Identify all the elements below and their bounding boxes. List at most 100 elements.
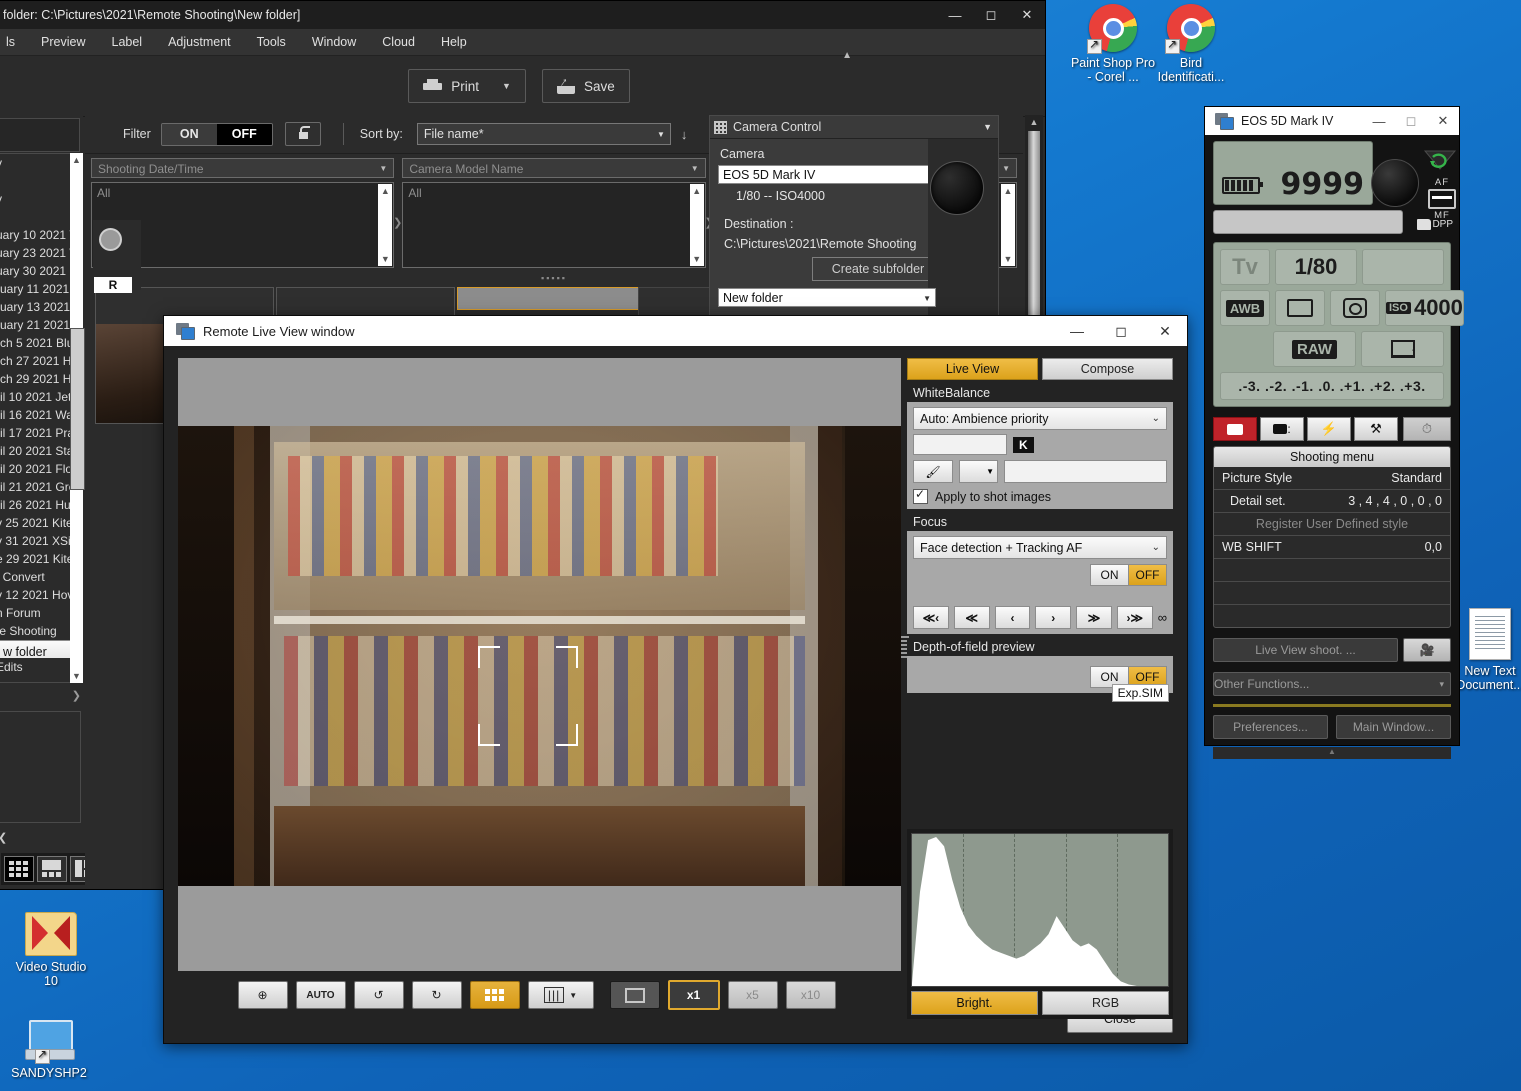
- dpp-title-bar[interactable]: folder: C:\Pictures\2021\Remote Shooting…: [0, 1, 1045, 29]
- scroll-up-icon[interactable]: ▲: [690, 184, 704, 198]
- column-resize-handle[interactable]: ❯: [393, 216, 402, 229]
- chevron-down-icon[interactable]: ▼: [923, 289, 931, 308]
- tab-shooting[interactable]: [1213, 417, 1257, 441]
- preview-hscrollbar[interactable]: ❮: [0, 833, 81, 847]
- tab-flash[interactable]: ⚡: [1307, 417, 1351, 441]
- table-row-selected[interactable]: [457, 287, 648, 310]
- tab-live-view[interactable]: Live View: [907, 358, 1038, 380]
- filter-on-button[interactable]: ON: [162, 124, 217, 145]
- menu-item-preview[interactable]: Preview: [28, 35, 98, 49]
- menu-row-wb-shift[interactable]: WB SHIFT 0,0: [1214, 536, 1450, 559]
- dpp-menu-bar[interactable]: ls Preview Label Adjustment Tools Window…: [0, 29, 1045, 56]
- scroll-thumb[interactable]: [70, 328, 85, 490]
- preferences-button[interactable]: Preferences...: [1213, 715, 1328, 739]
- lv-tabs[interactable]: Live View Compose: [907, 358, 1173, 380]
- white-balance-value[interactable]: AWB: [1220, 290, 1270, 326]
- rotate-right-button[interactable]: ↻: [412, 981, 462, 1009]
- rating-circle-icon[interactable]: [99, 228, 122, 251]
- focus-far-medium-button[interactable]: ≫: [1076, 606, 1112, 629]
- close-button[interactable]: ✕: [1143, 316, 1187, 346]
- filter-column-header[interactable]: Camera Model Name ▼: [402, 158, 705, 178]
- filter-off-button[interactable]: OFF: [217, 124, 272, 145]
- histogram-bright-tab[interactable]: Bright.: [911, 991, 1038, 1015]
- image-quality[interactable]: RAW: [1273, 331, 1356, 367]
- save-button[interactable]: Save: [542, 69, 630, 103]
- af-mf-switch[interactable]: AF MF: [1427, 177, 1457, 221]
- scroll-down-icon[interactable]: ▼: [378, 252, 392, 266]
- camera-menu-tabs[interactable]: : ⚡ ⚒ ⏱: [1213, 417, 1451, 441]
- fit-view-button[interactable]: [610, 981, 660, 1009]
- desktop-icon-video-studio[interactable]: Video Studio 10: [8, 912, 94, 988]
- filter-column-body[interactable]: All 0 ▲ ▼: [402, 182, 705, 268]
- chevron-down-icon[interactable]: ▼: [379, 159, 387, 179]
- minimize-button[interactable]: —: [1055, 316, 1099, 346]
- filter-scrollbar[interactable]: ▲ ▼: [690, 184, 704, 266]
- switch-icon[interactable]: [1428, 189, 1456, 209]
- chevron-down-icon[interactable]: ▼: [569, 991, 577, 1000]
- desktop-icon-sandyshp2[interactable]: SANDYSHP2: [6, 1018, 92, 1080]
- aspect-overlay-button[interactable]: ||| ▼: [528, 981, 594, 1009]
- focus-off-button[interactable]: OFF: [1129, 564, 1167, 586]
- wb-readout-field[interactable]: [1004, 460, 1167, 483]
- main-window-button[interactable]: Main Window...: [1336, 715, 1451, 739]
- grid-handle-icon[interactable]: [714, 121, 727, 134]
- white-balance-select[interactable]: Auto: Ambience priority ⌄: [913, 407, 1167, 430]
- scroll-up-icon[interactable]: ▲: [378, 184, 392, 198]
- scroll-left-icon[interactable]: ❮: [0, 831, 7, 844]
- chevron-down-icon[interactable]: ⌄: [1152, 542, 1160, 553]
- menu-item-tools[interactable]: Tools: [244, 35, 299, 49]
- focus-mode-select[interactable]: Face detection + Tracking AF ⌄: [913, 536, 1167, 559]
- shutter-speed[interactable]: 1/80: [1275, 249, 1357, 285]
- af-tracking-box[interactable]: [478, 646, 578, 746]
- menu-item-help[interactable]: Help: [428, 35, 480, 49]
- iso-value[interactable]: ISO 4000: [1385, 290, 1464, 326]
- menu-item-adjustment[interactable]: Adjustment: [155, 35, 244, 49]
- live-view-image[interactable]: [178, 426, 901, 886]
- shutter-release-button[interactable]: [930, 161, 984, 215]
- eos-title-bar[interactable]: EOS 5D Mark IV — ◻ ✕: [1205, 107, 1459, 135]
- tab-timer[interactable]: ⏱: [1403, 417, 1451, 441]
- sort-by-select[interactable]: File name* ▼: [417, 123, 671, 145]
- focus-near-small-button[interactable]: ‹: [995, 606, 1031, 629]
- scroll-down-icon[interactable]: ▼: [1001, 252, 1015, 266]
- scroll-up-icon[interactable]: ▲: [70, 153, 83, 167]
- histogram-mode-tabs[interactable]: Bright. RGB: [911, 991, 1169, 1015]
- window-resize-grip[interactable]: ▲: [1213, 747, 1451, 759]
- focus-far-small-button[interactable]: ›: [1035, 606, 1071, 629]
- print-button[interactable]: Print ▼: [408, 69, 526, 103]
- grid-overlay-button[interactable]: [470, 981, 520, 1009]
- shutter-release-button[interactable]: [1371, 159, 1419, 207]
- kelvin-input[interactable]: [913, 434, 1007, 455]
- other-functions-button[interactable]: Other Functions...: [1213, 672, 1451, 696]
- create-subfolder-button[interactable]: Create subfolder: [812, 257, 944, 281]
- minimize-button[interactable]: —: [937, 1, 973, 29]
- preview-view-button[interactable]: [37, 856, 67, 882]
- focus-on-button[interactable]: ON: [1090, 564, 1129, 586]
- transfer-to-pc-icon[interactable]: ↓: [1361, 331, 1444, 367]
- thumbnail-view-button[interactable]: [4, 856, 34, 882]
- focus-toggle[interactable]: ON OFF: [913, 564, 1167, 586]
- menu-row-detail-set[interactable]: Detail set. 3 , 4 , 4 , 0 , 0 , 0: [1214, 490, 1450, 513]
- movie-record-icon[interactable]: 🎥: [1403, 638, 1451, 662]
- menu-item-label[interactable]: Label: [99, 35, 156, 49]
- chevron-down-icon[interactable]: ▼: [502, 81, 511, 91]
- folder-tree-scrollbar[interactable]: ▲ ▼: [70, 153, 83, 683]
- auto-rotate-button[interactable]: AUTO: [296, 981, 346, 1009]
- camera-control-header[interactable]: Camera Control ▼: [710, 116, 998, 139]
- metering-mode-icon[interactable]: [1275, 290, 1325, 326]
- chevron-down-icon[interactable]: ▼: [1002, 159, 1010, 179]
- apply-to-shot-images-checkbox[interactable]: Apply to shot images: [913, 489, 1167, 504]
- filter-scrollbar[interactable]: ▲ ▼: [1001, 184, 1015, 266]
- exposure-compensation-scale[interactable]: .-3. .-2. .-1. .0. .+1. .+2. .+3.: [1220, 372, 1444, 400]
- wb-preset-select[interactable]: ▼: [959, 460, 998, 483]
- collapse-caret-icon[interactable]: ▲: [829, 50, 865, 61]
- zoom-x10-button[interactable]: x10: [786, 981, 836, 1009]
- menu-item-ls[interactable]: ls: [0, 35, 28, 49]
- eyedropper-icon[interactable]: 🖌: [913, 460, 953, 483]
- lock-icon[interactable]: [285, 122, 321, 146]
- menu-row-picture-style[interactable]: Picture Style Standard: [1214, 467, 1450, 490]
- folder-select[interactable]: New folder ▼: [718, 288, 936, 307]
- desktop-icon-new-text-document[interactable]: New Text Document...: [1454, 608, 1521, 692]
- close-button[interactable]: ✕: [1009, 1, 1045, 29]
- filter-scrollbar[interactable]: ▲ ▼: [378, 184, 392, 266]
